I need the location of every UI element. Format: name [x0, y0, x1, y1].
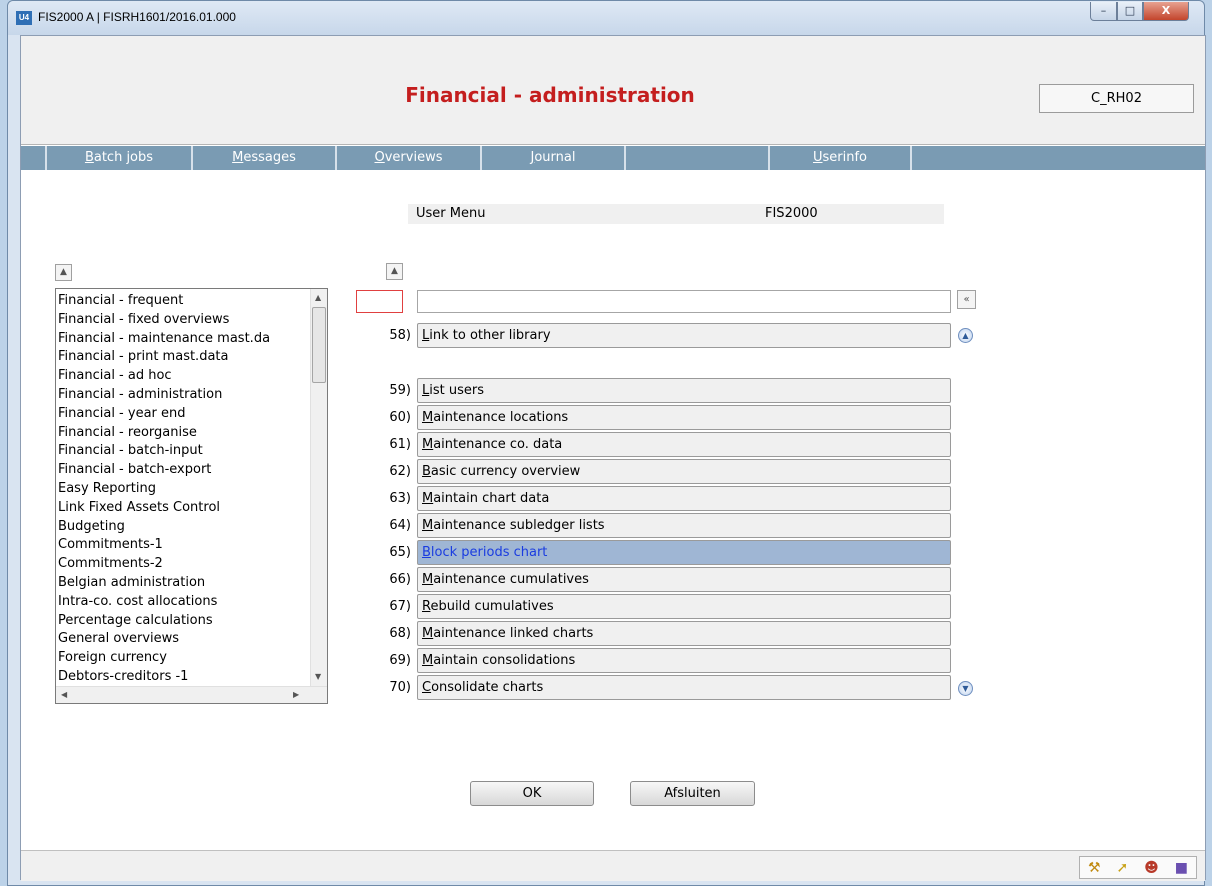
scroll-thumb[interactable] — [312, 307, 326, 383]
option-number: 66) — [389, 572, 411, 587]
box-icon[interactable]: ■ — [1175, 860, 1188, 876]
option-number: 61) — [389, 437, 411, 452]
list-item[interactable]: Budgeting — [58, 518, 310, 537]
option-number-input[interactable] — [356, 290, 403, 313]
option-number: 70) — [389, 680, 411, 695]
window-title: FIS2000 A | FISRH1601/2016.01.000 — [38, 10, 236, 24]
option-button-list-users[interactable]: List users — [417, 378, 951, 403]
double-chevron-left-icon: « — [963, 294, 970, 305]
option-number: 58) — [389, 328, 411, 343]
horizontal-scrollbar[interactable]: ◀ ▶ — [56, 686, 327, 703]
list-scroll-top-button[interactable]: ▲ — [55, 264, 72, 281]
menu-listbox[interactable]: Financial - frequent Financial - fixed o… — [55, 288, 328, 704]
status-icon-tray: ⚒ ➚ ☻ ■ — [1079, 856, 1197, 879]
option-number: 59) — [389, 383, 411, 398]
list-item[interactable]: Debtors-creditors -1 — [58, 668, 310, 687]
screen-code-field: C_RH02 — [1039, 84, 1194, 113]
menu-list-items: Financial - frequent Financial - fixed o… — [58, 292, 310, 687]
option-search-input[interactable] — [417, 290, 951, 313]
title-bar[interactable]: U4 FIS2000 A | FISRH1601/2016.01.000 – □… — [8, 1, 1204, 35]
page-title: Financial - administration — [405, 83, 695, 107]
double-chevron-up-icon: ▲ — [391, 266, 398, 276]
application-window: U4 FIS2000 A | FISRH1601/2016.01.000 – □… — [7, 0, 1206, 886]
menu-batch-jobs[interactable]: Batch jobs — [45, 146, 191, 170]
vertical-scrollbar[interactable]: ▲ ▼ — [310, 289, 327, 686]
option-number: 65) — [389, 545, 411, 560]
scroll-down-arrow-icon[interactable]: ▼ — [315, 672, 321, 681]
eject-down-icon: ▼ — [962, 684, 969, 693]
client-area: Financial - administration C_RH02 Batch … — [20, 35, 1206, 881]
option-number: 60) — [389, 410, 411, 425]
scroll-left-arrow-icon[interactable]: ◀ — [61, 690, 67, 699]
page-header: Financial - administration C_RH02 — [21, 36, 1205, 145]
scroll-up-arrow-icon[interactable]: ▲ — [315, 293, 321, 302]
option-button-maintain-consolidations[interactable]: Maintain consolidations — [417, 648, 951, 673]
tools-icon[interactable]: ⚒ — [1088, 860, 1101, 876]
eject-up-icon: ▲ — [962, 331, 969, 340]
list-item[interactable]: Foreign currency — [58, 649, 310, 668]
menu-messages[interactable]: Messages — [191, 146, 335, 170]
option-number: 64) — [389, 518, 411, 533]
exit-button[interactable]: Afsluiten — [630, 781, 755, 806]
list-item[interactable]: Financial - fixed overviews — [58, 311, 310, 330]
menu-userinfo[interactable]: Userinfo — [768, 146, 910, 170]
list-item[interactable]: General overviews — [58, 630, 310, 649]
scroll-right-arrow-icon[interactable]: ▶ — [293, 690, 299, 699]
list-item[interactable]: Financial - frequent — [58, 292, 310, 311]
double-chevron-up-icon: ▲ — [60, 267, 67, 277]
option-button-block-periods-chart[interactable]: Block periods chart — [417, 540, 951, 565]
options-scroll-top-button[interactable]: ▲ — [386, 263, 403, 280]
option-button-maintenance-locations[interactable]: Maintenance locations — [417, 405, 951, 430]
page-down-button[interactable]: ▼ — [958, 681, 973, 696]
menu-empty[interactable] — [624, 146, 768, 170]
list-item[interactable]: Financial - reorganise — [58, 424, 310, 443]
minimize-button[interactable]: – — [1090, 2, 1117, 21]
list-item[interactable]: Financial - print mast.data — [58, 348, 310, 367]
list-item[interactable]: Financial - ad hoc — [58, 367, 310, 386]
list-item[interactable]: Easy Reporting — [58, 480, 310, 499]
option-button-maintenance-cumulatives[interactable]: Maintenance cumulatives — [417, 567, 951, 592]
list-item[interactable]: Commitments-2 — [58, 555, 310, 574]
option-button-maintenance-subledger-lists[interactable]: Maintenance subledger lists — [417, 513, 951, 538]
go-button[interactable]: « — [957, 290, 976, 309]
list-item[interactable]: Financial - maintenance mast.da — [58, 330, 310, 349]
app-icon: U4 — [16, 11, 32, 25]
list-item[interactable]: Belgian administration — [58, 574, 310, 593]
menu-overviews[interactable]: Overviews — [335, 146, 480, 170]
list-item[interactable]: Financial - batch-export — [58, 461, 310, 480]
menu-journal[interactable]: Journal — [480, 146, 624, 170]
option-button-consolidate-charts[interactable]: Consolidate charts — [417, 675, 951, 700]
menu-bar: Batch jobs Messages Overviews Journal Us… — [21, 146, 1205, 170]
close-button[interactable]: X — [1143, 2, 1189, 21]
maximize-button[interactable]: □ — [1117, 2, 1143, 21]
list-item[interactable]: Financial - batch-input — [58, 442, 310, 461]
option-number: 67) — [389, 599, 411, 614]
user-icon[interactable]: ☻ — [1144, 860, 1159, 876]
list-item[interactable]: Commitments-1 — [58, 536, 310, 555]
option-button-maintenance-linked-charts[interactable]: Maintenance linked charts — [417, 621, 951, 646]
option-number: 68) — [389, 626, 411, 641]
page-up-button[interactable]: ▲ — [958, 328, 973, 343]
option-button-maintain-chart-data[interactable]: Maintain chart data — [417, 486, 951, 511]
menu-bar-filler — [910, 146, 1207, 170]
user-menu-label: User Menu — [416, 206, 486, 221]
link-library-button[interactable]: Link to other library — [417, 323, 951, 348]
user-menu-code: FIS2000 — [765, 206, 818, 221]
list-item[interactable]: Intra-co. cost allocations — [58, 593, 310, 612]
option-button-maintenance-co-data[interactable]: Maintenance co. data — [417, 432, 951, 457]
option-button-basic-currency-overview[interactable]: Basic currency overview — [417, 459, 951, 484]
option-button-rebuild-cumulatives[interactable]: Rebuild cumulatives — [417, 594, 951, 619]
list-item[interactable]: Financial - administration — [58, 386, 310, 405]
user-menu-strip: User Menu FIS2000 — [408, 204, 944, 224]
ok-button[interactable]: OK — [470, 781, 594, 806]
option-number: 63) — [389, 491, 411, 506]
list-item[interactable]: Link Fixed Assets Control — [58, 499, 310, 518]
status-bar: ⚒ ➚ ☻ ■ — [21, 850, 1205, 881]
list-item[interactable]: Percentage calculations — [58, 612, 310, 631]
option-number: 62) — [389, 464, 411, 479]
list-item[interactable]: Financial - year end — [58, 405, 310, 424]
pin-icon[interactable]: ➚ — [1116, 860, 1128, 876]
option-number: 69) — [389, 653, 411, 668]
